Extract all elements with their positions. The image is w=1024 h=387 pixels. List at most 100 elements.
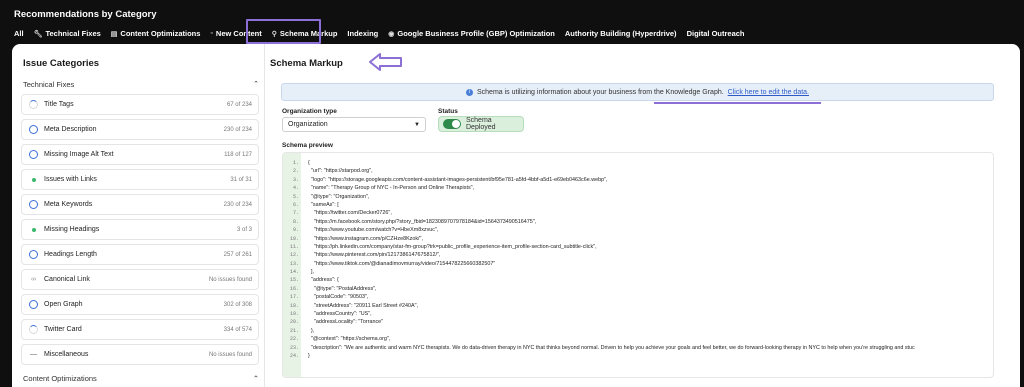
sidebar-item[interactable]: Missing Headings 3 of 3 xyxy=(21,219,259,240)
tab-authority-building[interactable]: Authority Building (Hyperdrive) xyxy=(565,29,677,38)
chevron-up-icon: ⌃ xyxy=(252,374,259,383)
sidebar-item-label: Missing Headings xyxy=(44,226,100,233)
annotation-underline xyxy=(654,102,821,104)
schema-code-editor[interactable]: 1.{2. "url": "https://starpod.org", 3. "l… xyxy=(282,152,994,378)
banner-text: Schema is utilizing information about yo… xyxy=(476,88,724,96)
sidebar-item-label: Title Tags xyxy=(44,101,74,108)
sidebar-item[interactable]: Twitter Card 334 of 574 xyxy=(21,319,259,340)
group-content-optimizations[interactable]: Content Optimizations ⌃ xyxy=(23,374,259,383)
line-number: 23. xyxy=(289,344,299,351)
code-text: "https://www.pinterest.com/pin/121738614… xyxy=(308,252,441,259)
code-text: "@type": "PostalAddress", xyxy=(308,285,377,292)
sidebar-item-count: 302 of 308 xyxy=(223,301,252,308)
sidebar-item[interactable]: Meta Description 230 of 234 xyxy=(21,119,259,140)
sidebar-item[interactable]: — Miscellaneous No issues found xyxy=(21,344,259,365)
code-text: ], xyxy=(308,269,314,276)
code-text: "url": "https://starpod.org", xyxy=(308,168,373,175)
issue-categories-sidebar: Issue Categories Technical Fixes ⌃ Title… xyxy=(12,44,265,387)
code-text: "https://www.youtube.com/watch?v=HbeXm8x… xyxy=(308,227,439,234)
line-number: 5. xyxy=(292,193,299,200)
sidebar-item-label: Meta Description xyxy=(44,126,97,133)
sidebar-item[interactable]: Meta Keywords 230 of 234 xyxy=(21,194,259,215)
issue-list: Title Tags 67 of 234 Meta Description 230 o… xyxy=(21,94,259,369)
chevron-up-icon: ⌃ xyxy=(253,81,259,88)
code-line: 7. "https://twitter.com/Decker0726", xyxy=(283,209,993,217)
sidebar-item[interactable]: Headings Length 257 of 261 xyxy=(21,244,259,265)
sidebar-item-label: Missing Image Alt Text xyxy=(44,151,114,158)
sidebar-item[interactable]: ∞ Canonical Link No issues found xyxy=(21,269,259,290)
code-text: "https://m.facebook.com/story.php/?story… xyxy=(308,218,537,225)
line-number: 1. xyxy=(292,160,299,166)
tab-gbp-optimization[interactable]: ◉ Google Business Profile (GBP) Optimizat… xyxy=(388,29,555,38)
status-toggle[interactable]: Schema Deployed xyxy=(438,116,524,132)
sidebar-item-label: Miscellaneous xyxy=(44,351,89,358)
sidebar-item-label: Headings Length xyxy=(44,251,97,258)
link-icon: ∞ xyxy=(31,276,36,283)
code-line: 1. { xyxy=(283,159,993,167)
line-number: 24. xyxy=(289,352,299,359)
line-number: 21. xyxy=(289,327,299,334)
sidebar-item-count: 3 of 3 xyxy=(236,226,252,233)
toggle-switch[interactable] xyxy=(443,119,461,129)
line-number: 13. xyxy=(289,260,299,267)
code-line: 5. "@type": "Organization", xyxy=(283,193,993,201)
code-line: 8. "https://m.facebook.com/story.php/?st… xyxy=(283,218,993,226)
status-ring-icon xyxy=(29,125,38,134)
code-line: 12. "https://www.pinterest.com/pin/12173… xyxy=(283,251,993,259)
code-text: "addressCountry": "US", xyxy=(308,311,372,318)
org-type-select[interactable]: Organization ▼ xyxy=(282,117,426,132)
content-panel: Issue Categories Technical Fixes ⌃ Title… xyxy=(12,44,1020,387)
line-number: 11. xyxy=(289,243,299,250)
line-number: 16. xyxy=(289,285,299,292)
arrow-left-icon xyxy=(369,53,402,71)
sidebar-title: Issue Categories xyxy=(23,58,100,69)
tab-content-optimizations[interactable]: ▤ Content Optimizations xyxy=(111,29,201,38)
sidebar-item[interactable]: Title Tags 67 of 234 xyxy=(21,94,259,115)
active-tab-highlight xyxy=(246,19,321,44)
code-text: "address": { xyxy=(308,277,339,284)
sidebar-item[interactable]: Open Graph 302 of 308 xyxy=(21,294,259,315)
code-line: 17. "postalCode": "90503", xyxy=(283,293,993,301)
complete-dot-icon xyxy=(29,225,38,234)
tab-all[interactable]: All xyxy=(14,29,24,38)
code-text: "https://www.instagram.com/p/CZHze8Kzok/… xyxy=(308,235,423,242)
line-number: 19. xyxy=(289,311,299,318)
code-line: 10. "https://www.instagram.com/p/CZHze8K… xyxy=(283,235,993,243)
sidebar-item-count: No issues found xyxy=(208,276,252,283)
sidebar-item[interactable]: Issues with Links 31 of 31 xyxy=(21,169,259,190)
code-text: }, xyxy=(308,327,315,334)
tab-digital-outreach[interactable]: Digital Outreach xyxy=(687,29,745,38)
tab-technical-fixes[interactable]: 🔧︎ Technical Fixes xyxy=(34,29,101,38)
edit-data-link[interactable]: Click here to edit the data. xyxy=(728,89,809,96)
sidebar-item[interactable]: Missing Image Alt Text 118 of 127 xyxy=(21,144,259,165)
dash-icon: — xyxy=(30,351,37,358)
sidebar-item-count: 257 of 261 xyxy=(223,251,252,258)
info-icon: i xyxy=(465,88,473,96)
code-text: "logo": "https://storage.googleapis.com/… xyxy=(308,176,608,183)
wrench-icon: 🔧︎ xyxy=(33,30,43,38)
code-text: "addressLocality": "Torrance" xyxy=(308,319,384,326)
code-text: "streetAddress": "20911 Earl Street #240… xyxy=(308,302,419,309)
line-number: 9. xyxy=(292,227,299,234)
sidebar-item-count: 230 of 234 xyxy=(223,126,252,133)
schema-preview-label: Schema preview xyxy=(282,142,333,149)
status-ring-icon xyxy=(29,150,38,159)
code-line: 22. "@context": "https://schema.org", xyxy=(283,335,993,343)
line-number: 17. xyxy=(289,294,299,301)
tab-indexing[interactable]: Indexing xyxy=(347,29,378,38)
file-icon: ▫ xyxy=(210,30,213,37)
line-number: 2. xyxy=(292,168,299,175)
code-line: 9. "https://www.youtube.com/watch?v=HbeX… xyxy=(283,226,993,234)
code-line: 15. "address": { xyxy=(283,276,993,284)
code-text: "https://www.tiktok.com/@dianadimovmurra… xyxy=(308,260,496,267)
sidebar-item-label: Canonical Link xyxy=(44,276,90,283)
code-line: 20. "addressLocality": "Torrance" xyxy=(283,318,993,326)
code-line: 21. }, xyxy=(283,327,993,335)
code-text: "sameAs": [ xyxy=(308,201,339,208)
sidebar-item-label: Twitter Card xyxy=(44,326,82,333)
code-text: } xyxy=(308,352,310,359)
code-line: 3. "logo": "https://storage.googleapis.c… xyxy=(283,176,993,184)
line-number: 20. xyxy=(289,319,299,326)
group-technical-fixes[interactable]: Technical Fixes ⌃ xyxy=(23,80,259,89)
status-ring-icon xyxy=(29,300,38,309)
